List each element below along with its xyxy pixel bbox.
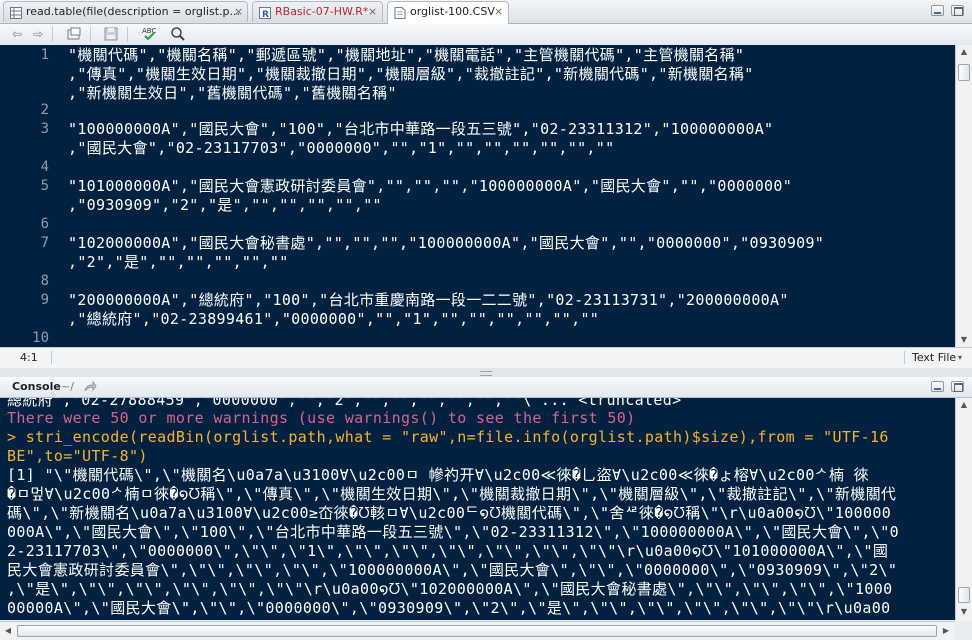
back-arrow-icon[interactable]: ⇦ xyxy=(9,26,25,42)
status-divider xyxy=(51,351,52,364)
chevron-down-icon[interactable]: ▾ xyxy=(958,348,962,367)
scroll-right-arrow-icon[interactable]: ▶ xyxy=(938,626,954,635)
r-script-icon: R xyxy=(259,6,271,20)
scroll-down-arrow-icon[interactable]: ▼ xyxy=(956,335,972,344)
source-tab-bar: read.table(file(description = orglist.p.… xyxy=(0,0,972,24)
minimize-pane-button[interactable] xyxy=(931,5,944,16)
code-line: ,"傳真","機關生效日期","機關裁撤日期","機關層級","裁撤註記","新… xyxy=(68,65,754,83)
code-line: ,"2","是","","","","","" xyxy=(68,253,289,271)
line-number: 4 xyxy=(40,159,49,175)
code-line: ,"總統府","02-23899461","0000000","","1",""… xyxy=(68,310,600,328)
cursor-position: 4:1 xyxy=(20,351,38,364)
line-number: 7 xyxy=(40,235,49,251)
tab-orglist-csv[interactable]: orglist-100.CSV × xyxy=(387,1,509,24)
svg-text:R: R xyxy=(262,10,269,19)
line-number: 6 xyxy=(40,216,49,232)
console-line: 000A\",\"國民大會\",\"100\",\"台北市中華路一段五三號\",… xyxy=(7,523,900,541)
tab-label: read.table(file(description = orglist.p.… xyxy=(26,5,241,18)
code-line: "機關代碼","機關名稱","郵遞區號","機關地址","機關電話","主管機關… xyxy=(68,46,745,64)
file-type-selector[interactable]: Text File xyxy=(912,348,956,367)
console-horizontal-scrollbar[interactable]: ◀ ▶ xyxy=(0,621,955,640)
line-number: 5 xyxy=(40,178,49,194)
source-editor[interactable]: 1 2 3 4 5 6 7 8 9 10 "機關代碼","機關名稱","郵遞區號… xyxy=(0,45,955,347)
scroll-left-arrow-icon[interactable]: ◀ xyxy=(0,626,16,635)
console-output[interactable]: 總統府","02-27888459","0000000","","2","","… xyxy=(0,398,955,620)
maximize-pane-button[interactable] xyxy=(951,5,964,16)
console-line: �ㅁ멒∀\u2c00ᄼ楠ㅁ徠�໑ᘮ稱\",\"傳真\",\"機關生效日期\",\… xyxy=(7,485,897,503)
spell-check-icon[interactable]: ABC xyxy=(141,26,157,42)
minimize-console-button[interactable] xyxy=(931,381,944,392)
line-number-gutter: 1 2 3 4 5 6 7 8 9 10 xyxy=(0,45,57,347)
scroll-up-arrow-icon[interactable]: ▲ xyxy=(956,400,972,409)
toolbar-divider xyxy=(90,27,91,42)
editor-status-bar: 4:1 Text File ▾ xyxy=(0,347,972,369)
tab-rbasic-script[interactable]: R RBasic-07-HW.R* × xyxy=(252,1,383,22)
status-divider xyxy=(904,351,905,364)
code-line: ,"新機關生效日","舊機關代碼","舊機關名稱" xyxy=(68,84,397,102)
close-icon[interactable]: × xyxy=(494,2,503,22)
code-line: "101000000A","國民大會憲政研討委員會","","","","100… xyxy=(68,177,793,195)
console-line: 2-23117703\",\"0000000\",\"\",\"1\",\"\"… xyxy=(7,542,889,560)
console-line: 00000A\",\"國民大會\",\"\",\"0000000\",\"093… xyxy=(7,599,891,617)
save-icon[interactable] xyxy=(103,26,119,42)
toolbar-divider xyxy=(52,27,53,42)
editor-toolbar: ⇦ ⇨ ABC xyxy=(0,24,972,46)
scrollbar-thumb[interactable] xyxy=(958,587,970,603)
text-file-icon xyxy=(394,6,406,19)
close-icon[interactable]: × xyxy=(368,2,377,22)
pane-splitter[interactable] xyxy=(0,368,972,377)
console-path: ~/ xyxy=(61,380,74,393)
scroll-up-arrow-icon[interactable]: ▲ xyxy=(956,47,972,56)
scrollbar-thumb[interactable] xyxy=(958,64,970,81)
line-number: 1 xyxy=(40,47,49,63)
line-number: 10 xyxy=(32,330,49,346)
code-line: "102000000A","國民大會秘書處","","","","1000000… xyxy=(68,234,825,252)
close-icon[interactable]: × xyxy=(234,2,243,22)
warning-message: There were 50 or more warnings (use warn… xyxy=(7,409,636,427)
editor-vertical-scrollbar[interactable]: ▲ ▼ xyxy=(955,45,972,347)
scrollbar-thumb[interactable] xyxy=(17,625,937,637)
code-line: "200000000A","總統府","100","台北市重慶南路一段一二二號"… xyxy=(68,291,789,309)
console-line: [1] "\"機關代碼\",\"機關名\u0a7a\u3100∀\u2c00ㅁ … xyxy=(7,466,870,484)
scroll-down-arrow-icon[interactable]: ▼ xyxy=(956,607,972,616)
line-number: 9 xyxy=(40,292,49,308)
line-number: 8 xyxy=(40,273,49,289)
tab-read-table[interactable]: read.table(file(description = orglist.p.… xyxy=(3,1,248,22)
console-title[interactable]: Console xyxy=(12,377,61,397)
code-line: "100000000A","國民大會","100","台北市中華路一段五三號",… xyxy=(68,120,774,138)
code-line: ,"國民大會","02-23117703","0000000","","1","… xyxy=(68,139,615,157)
console-header: Console ~/ xyxy=(0,377,972,398)
console-line: 碼\",\"新機關名\u0a7a\u3100∀\u2c00≥㞭徠�ᘮ輆ㅁ∀\u2… xyxy=(7,504,892,522)
tab-label: orglist-100.CSV xyxy=(410,5,495,18)
console-command: > stri_encode(readBin(orglist.path,what … xyxy=(7,428,889,446)
console-command: BE",to="UTF-8") xyxy=(7,447,148,465)
toolbar-divider xyxy=(127,27,128,42)
console-line: ,\"是\",\"\",\"\",\"\",\"\",\"\"\r\u0a00໑… xyxy=(7,580,893,598)
search-icon[interactable] xyxy=(170,26,186,42)
show-in-window-icon[interactable] xyxy=(66,26,82,42)
forward-arrow-icon[interactable]: ⇨ xyxy=(30,26,46,42)
tab-label: RBasic-07-HW.R* xyxy=(275,5,369,18)
console-vertical-scrollbar[interactable]: ▲ ▼ xyxy=(955,398,972,621)
maximize-console-button[interactable] xyxy=(951,381,964,392)
code-line: ,"0930909","2","是","","","","","" xyxy=(68,196,382,214)
console-line: 民大會憲政研討委員會\",\"\",\"\",\"\",\"100000000A… xyxy=(7,561,898,579)
table-icon xyxy=(10,6,22,19)
splitter-grip xyxy=(480,371,492,376)
line-number: 3 xyxy=(40,121,49,137)
line-number: 2 xyxy=(40,102,49,118)
